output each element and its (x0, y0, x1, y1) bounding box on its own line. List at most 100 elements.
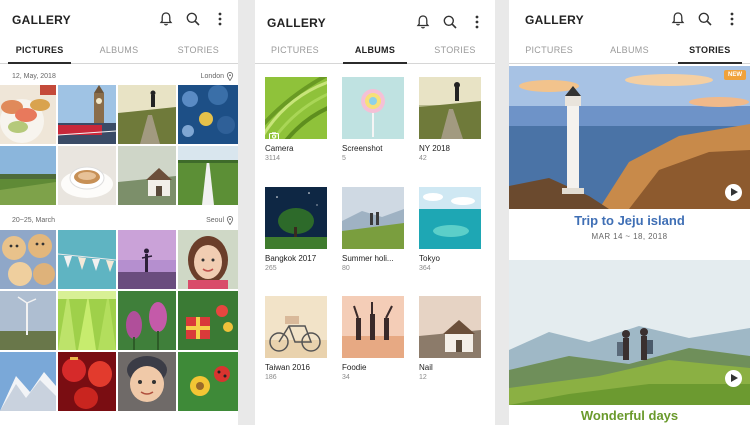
photo-thumbnail[interactable] (0, 85, 56, 144)
photo-thumbnail[interactable] (0, 291, 56, 350)
photo-thumbnail[interactable] (178, 352, 238, 411)
album-name: Camera (265, 144, 294, 153)
photo-thumbnail[interactable] (178, 230, 238, 289)
tab-stories[interactable]: STORIES (159, 38, 238, 63)
album-name: Bangkok 2017 (265, 254, 317, 263)
camera-icon (269, 127, 279, 139)
app-title: GALLERY (525, 13, 584, 27)
photo-thumbnail[interactable] (178, 146, 238, 205)
tab-albums[interactable]: ALBUMS (79, 38, 158, 63)
tab-albums[interactable]: ALBUMS (335, 38, 415, 64)
story-cover[interactable] (509, 260, 750, 405)
story-cover[interactable]: NEW (509, 66, 750, 209)
album-cover (265, 296, 327, 358)
album-name: Foodie (342, 363, 367, 372)
album-count: 5 (342, 155, 346, 162)
photo-thumbnail[interactable] (118, 85, 176, 144)
album-name: Summer holi... (342, 254, 394, 263)
photo-thumbnail[interactable] (118, 291, 176, 350)
album-card[interactable]: Bangkok 2017 265 (265, 187, 329, 272)
album-name: Tokyo (419, 254, 440, 263)
tab-albums[interactable]: ALBUMS (589, 38, 669, 63)
gallery-albums-screen: GALLERY PICTURES ALBUMS STORIES Camera 3… (255, 0, 495, 425)
photo-thumbnail[interactable] (118, 352, 176, 411)
photo-thumbnail[interactable] (58, 230, 116, 289)
album-cover (265, 77, 327, 139)
search-icon[interactable] (697, 11, 713, 27)
album-card[interactable]: NY 2018 42 (419, 77, 483, 162)
group-date: 20~25, March (12, 217, 55, 224)
album-cover (419, 77, 481, 139)
tab-bar: PICTURES ALBUMS STORIES (509, 38, 750, 64)
album-cover (265, 187, 327, 249)
photo-thumbnail[interactable] (178, 85, 238, 144)
bell-icon[interactable] (158, 11, 174, 27)
photo-thumbnail[interactable] (118, 230, 176, 289)
album-count: 3114 (265, 155, 281, 162)
more-vert-icon[interactable] (212, 11, 228, 27)
search-icon[interactable] (185, 11, 201, 27)
album-count: 186 (265, 374, 277, 381)
bell-icon[interactable] (415, 14, 431, 30)
album-card[interactable]: Screenshot 5 (342, 77, 406, 162)
app-bar: GALLERY (509, 0, 750, 38)
gallery-stories-screen: GALLERY PICTURES ALBUMS STORIES NEW Trip… (509, 0, 750, 425)
tab-pictures[interactable]: PICTURES (255, 38, 335, 63)
album-name: NY 2018 (419, 144, 450, 153)
bell-icon[interactable] (670, 11, 686, 27)
location-pin-icon (226, 216, 234, 226)
photo-thumbnail[interactable] (58, 146, 116, 205)
album-count: 265 (265, 265, 277, 272)
photo-thumbnail[interactable] (58, 352, 116, 411)
photo-thumbnail[interactable] (118, 146, 176, 205)
album-name: Taiwan 2016 (265, 363, 310, 372)
tab-pictures[interactable]: PICTURES (509, 38, 589, 63)
app-bar: GALLERY (255, 0, 495, 38)
story-date: MAR 14 ~ 18, 2018 (591, 232, 668, 241)
album-cover (419, 187, 481, 249)
album-name: Nail (419, 363, 433, 372)
album-cover (342, 187, 404, 249)
app-title: GALLERY (267, 16, 326, 30)
album-card[interactable]: Summer holi... 80 (342, 187, 406, 272)
app-title: GALLERY (12, 13, 71, 27)
tab-stories[interactable]: STORIES (670, 38, 750, 64)
group-location: Seoul (206, 217, 224, 224)
date-group-header: 12, May, 2018 London (0, 66, 238, 86)
photo-thumbnail[interactable] (0, 146, 56, 205)
gallery-pictures-screen: GALLERY PICTURES ALBUMS STORIES 12, May,… (0, 0, 238, 425)
group-location: London (200, 73, 224, 80)
story-title[interactable]: Trip to Jeju island (509, 213, 750, 228)
album-count: 12 (419, 374, 427, 381)
album-card[interactable]: Foodie 34 (342, 296, 406, 381)
tab-stories[interactable]: STORIES (415, 38, 495, 63)
more-vert-icon[interactable] (469, 14, 485, 30)
album-name: Screenshot (342, 144, 383, 153)
search-icon[interactable] (442, 14, 458, 30)
photo-thumbnail[interactable] (0, 352, 56, 411)
album-count: 80 (342, 265, 350, 272)
photo-thumbnail[interactable] (58, 85, 116, 144)
album-card[interactable]: Tokyo 364 (419, 187, 483, 272)
photo-thumbnail[interactable] (58, 291, 116, 350)
new-badge: NEW (724, 70, 746, 80)
date-group-header: 20~25, March Seoul (0, 210, 238, 230)
tab-bar: PICTURES ALBUMS STORIES (255, 38, 495, 64)
location-pin-icon (226, 72, 234, 82)
album-cover (342, 77, 404, 139)
story-title[interactable]: Wonderful days (509, 408, 750, 423)
app-bar: GALLERY (0, 0, 238, 38)
album-count: 364 (419, 265, 431, 272)
album-count: 34 (342, 374, 350, 381)
photo-thumbnail[interactable] (0, 230, 56, 289)
play-icon[interactable] (725, 184, 742, 201)
album-cover (342, 296, 404, 358)
photo-thumbnail[interactable] (178, 291, 238, 350)
album-card[interactable]: Taiwan 2016 186 (265, 296, 329, 381)
tab-pictures[interactable]: PICTURES (0, 38, 79, 64)
album-cover (419, 296, 481, 358)
album-card[interactable]: Nail 12 (419, 296, 483, 381)
album-card[interactable]: Camera 3114 (265, 77, 329, 162)
more-vert-icon[interactable] (724, 11, 740, 27)
play-icon[interactable] (725, 370, 742, 387)
